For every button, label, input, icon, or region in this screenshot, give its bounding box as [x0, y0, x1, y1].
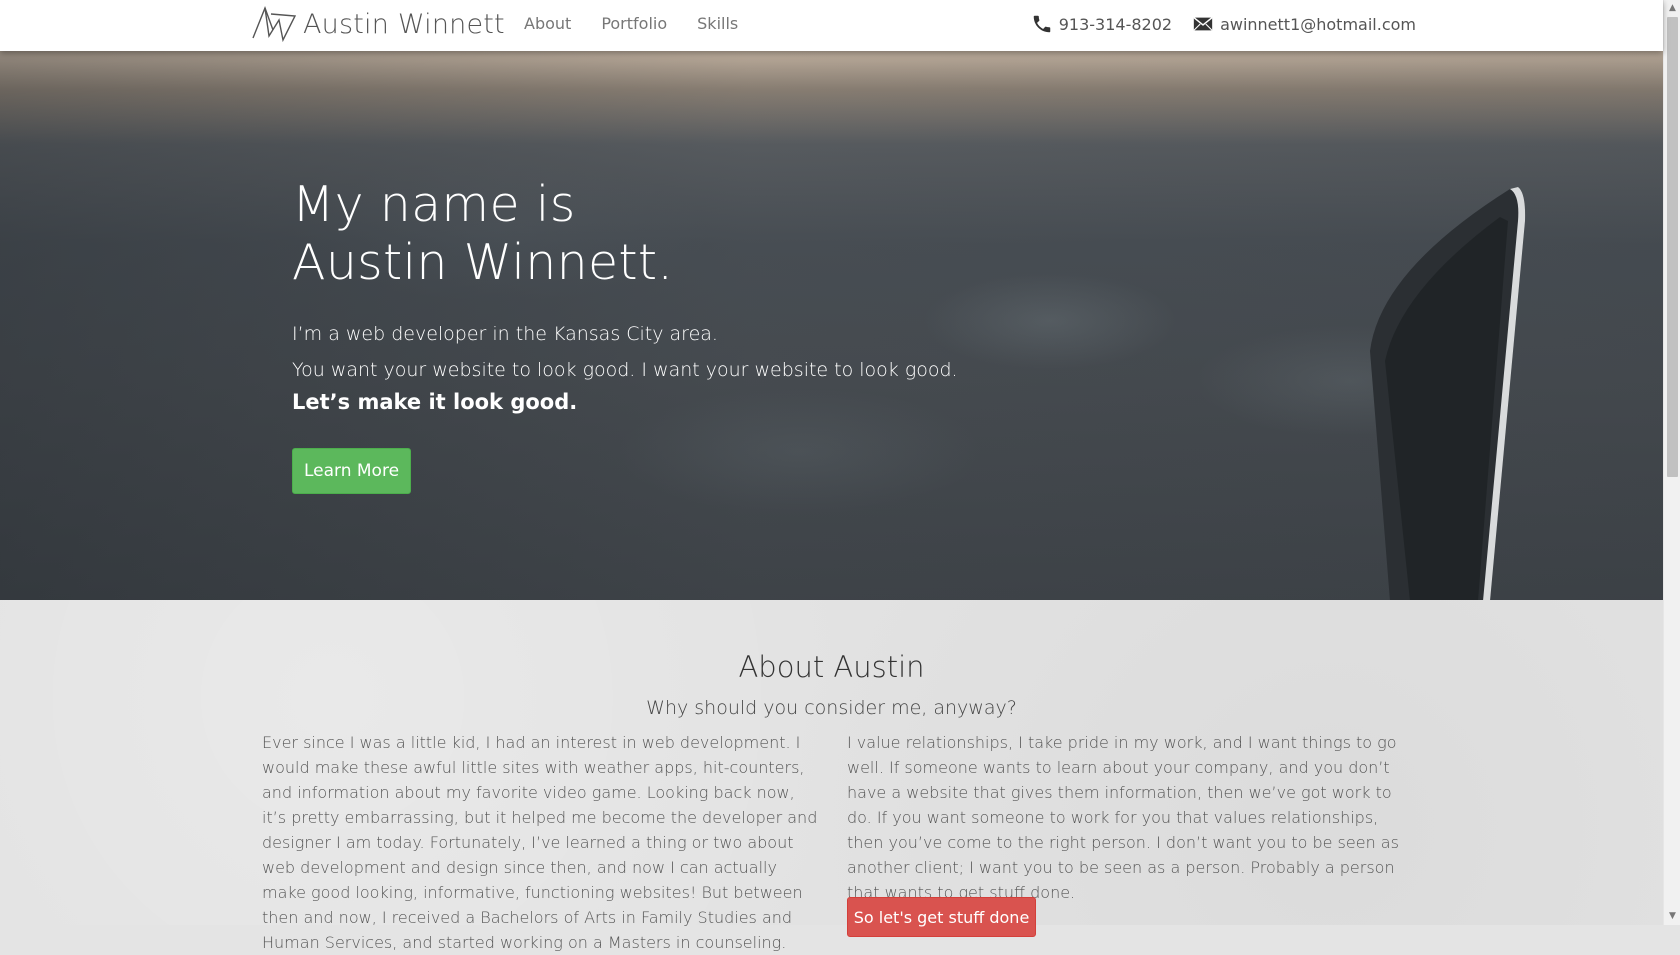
aw-logo-icon: [252, 6, 297, 43]
email-address: awinnett1@hotmail.com: [1220, 14, 1416, 34]
about-subtitle: Why should you consider me, anyway?: [646, 697, 1017, 719]
brand[interactable]: Austin Winnett: [251, 3, 505, 45]
hero-title-line-1: My name is: [292, 176, 576, 233]
get-stuff-done-button[interactable]: So let's get stuff done: [847, 897, 1036, 937]
hero-content: My name is Austin Winnett. I’m a web dev…: [292, 176, 958, 494]
learn-more-button[interactable]: Learn More: [292, 448, 411, 494]
about-title: About Austin: [738, 650, 925, 684]
nav-link-skills[interactable]: Skills: [697, 14, 738, 33]
envelope-icon: [1193, 17, 1213, 31]
brand-name: Austin Winnett: [303, 8, 505, 40]
about-section: About Austin Why should you consider me,…: [0, 600, 1663, 952]
hero-section: My name is Austin Winnett. I’m a web dev…: [0, 51, 1663, 600]
phone-number: 913-314-8202: [1058, 14, 1173, 34]
contact-info: 913-314-8202 awinnett1@hotmail.com: [1031, 13, 1416, 35]
main-nav: About Portfolio Skills: [524, 14, 738, 33]
hero-pitch: You want your website to look good. I wa…: [292, 359, 958, 381]
scroll-up-arrow-icon[interactable]: ▲: [1664, 0, 1680, 17]
hero-intro: I’m a web developer in the Kansas City a…: [292, 323, 718, 345]
hero-title: My name is Austin Winnett.: [292, 176, 958, 292]
nav-link-portfolio[interactable]: Portfolio: [601, 14, 667, 33]
email-contact[interactable]: awinnett1@hotmail.com: [1192, 13, 1416, 35]
hero-tagline: Let’s make it look good.: [292, 390, 578, 414]
hero-title-line-2: Austin Winnett.: [292, 234, 674, 291]
top-navbar: Austin Winnett About Portfolio Skills 91…: [0, 0, 1663, 51]
about-left-text: Ever since I was a little kid, I had an …: [262, 733, 818, 952]
about-right-text: I value relationships, I take pride in m…: [847, 733, 1399, 902]
phone-contact[interactable]: 913-314-8202: [1031, 13, 1172, 35]
nav-link-about[interactable]: About: [524, 14, 571, 33]
laptop-image: [1370, 187, 1526, 600]
scroll-thumb[interactable]: [1667, 17, 1678, 477]
scroll-down-arrow-icon[interactable]: ▼: [1664, 908, 1680, 925]
page-scrollbar[interactable]: ▲ ▼: [1663, 0, 1680, 925]
phone-icon: [1033, 15, 1050, 33]
